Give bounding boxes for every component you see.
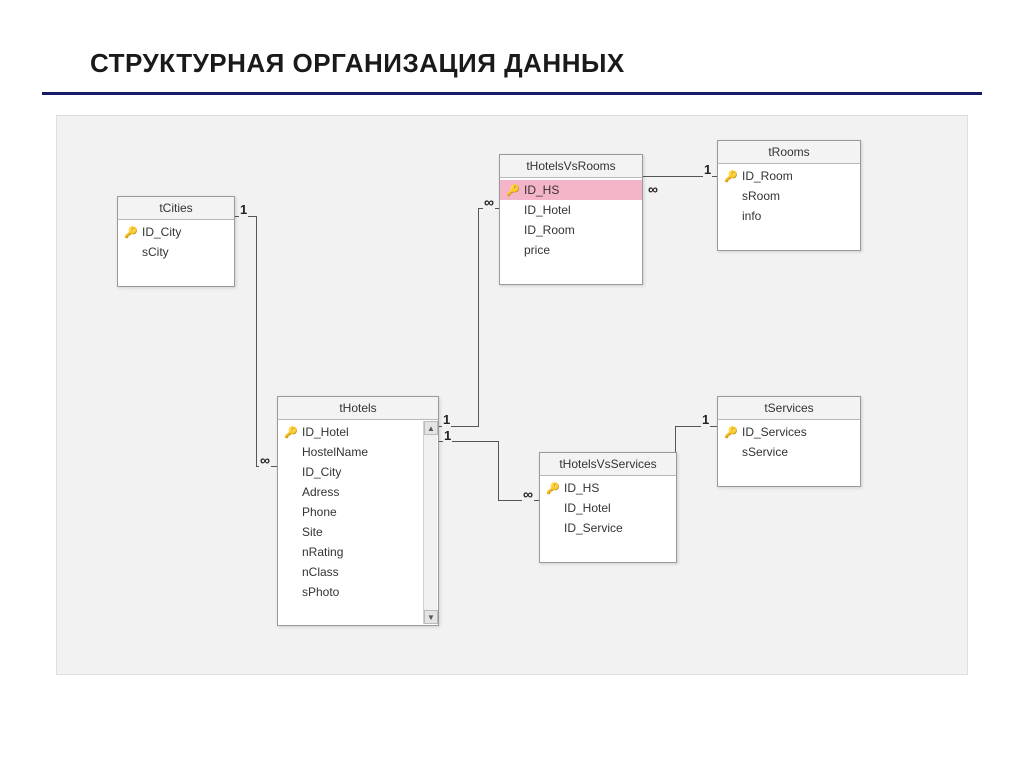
table-tServices[interactable]: tServices 🔑 ID_Services · sService bbox=[717, 396, 861, 487]
rel-hotels-hvs bbox=[498, 441, 499, 501]
field-row[interactable]: 🔑 ID_HS bbox=[500, 180, 642, 200]
rel-services-hvs bbox=[675, 426, 717, 427]
key-icon: 🔑 bbox=[506, 184, 520, 197]
field-row[interactable]: · sCity bbox=[118, 242, 234, 262]
card-one: 1 bbox=[703, 162, 712, 177]
key-icon: 🔑 bbox=[724, 426, 738, 439]
table-tHotelsVsServices[interactable]: tHotelsVsServices 🔑 ID_HS · ID_Hotel · I… bbox=[539, 452, 677, 563]
field-row[interactable]: 🔑 ID_Hotel bbox=[278, 422, 423, 442]
field-row[interactable]: · info bbox=[718, 206, 860, 226]
field-name: HostelName bbox=[298, 445, 368, 459]
field-name: ID_HS bbox=[520, 183, 559, 197]
scrollbar[interactable]: ▲ ▼ bbox=[423, 421, 437, 624]
field-row[interactable]: · sPhoto bbox=[278, 582, 423, 602]
rel-hotels-hvr bbox=[478, 208, 479, 427]
field-row[interactable]: · HostelName bbox=[278, 442, 423, 462]
field-name: info bbox=[738, 209, 761, 223]
field-row[interactable]: 🔑 ID_Services bbox=[718, 422, 860, 442]
field-name: ID_City bbox=[298, 465, 341, 479]
field-name: ID_City bbox=[138, 225, 181, 239]
field-name: ID_Hotel bbox=[520, 203, 571, 217]
table-header: tCities bbox=[118, 197, 234, 220]
table-header: tRooms bbox=[718, 141, 860, 164]
field-name: sCity bbox=[138, 245, 169, 259]
title-divider bbox=[42, 92, 982, 95]
field-name: ID_Hotel bbox=[298, 425, 349, 439]
field-name: sPhoto bbox=[298, 585, 339, 599]
field-name: ID_HS bbox=[560, 481, 599, 495]
key-icon: 🔑 bbox=[124, 226, 138, 239]
key-icon: 🔑 bbox=[724, 170, 738, 183]
table-tHotels[interactable]: tHotels 🔑 ID_Hotel · HostelName · ID_Cit… bbox=[277, 396, 439, 626]
card-many: ∞ bbox=[522, 486, 534, 502]
field-name: ID_Service bbox=[560, 521, 623, 535]
rel-cities-hotels bbox=[256, 216, 257, 466]
field-row[interactable]: 🔑 ID_Room bbox=[718, 166, 860, 186]
field-name: ID_Room bbox=[738, 169, 793, 183]
field-name: ID_Services bbox=[738, 425, 807, 439]
field-row[interactable]: · Adress bbox=[278, 482, 423, 502]
table-header: tHotelsVsServices bbox=[540, 453, 676, 476]
field-name: price bbox=[520, 243, 550, 257]
card-one: 1 bbox=[239, 202, 248, 217]
scroll-down-icon[interactable]: ▼ bbox=[424, 610, 438, 624]
field-row[interactable]: · price bbox=[500, 240, 642, 260]
table-header: tHotelsVsRooms bbox=[500, 155, 642, 178]
card-one: 1 bbox=[442, 412, 451, 427]
card-one: 1 bbox=[701, 412, 710, 427]
field-row[interactable]: 🔑 ID_HS bbox=[540, 478, 676, 498]
field-row[interactable]: · sService bbox=[718, 442, 860, 462]
table-header: tHotels bbox=[278, 397, 438, 420]
field-name: sService bbox=[738, 445, 788, 459]
table-tHotelsVsRooms[interactable]: tHotelsVsRooms 🔑 ID_HS · ID_Hotel · ID_R… bbox=[499, 154, 643, 285]
scroll-up-icon[interactable]: ▲ bbox=[424, 421, 438, 435]
field-row[interactable]: · ID_Service bbox=[540, 518, 676, 538]
field-row[interactable]: 🔑 ID_City bbox=[118, 222, 234, 242]
field-row[interactable]: · ID_Room bbox=[500, 220, 642, 240]
field-name: ID_Hotel bbox=[560, 501, 611, 515]
table-tCities[interactable]: tCities 🔑 ID_City · sCity bbox=[117, 196, 235, 287]
field-name: sRoom bbox=[738, 189, 780, 203]
card-one: 1 bbox=[443, 428, 452, 443]
field-name: nClass bbox=[298, 565, 339, 579]
card-many: ∞ bbox=[647, 181, 659, 197]
key-icon: 🔑 bbox=[284, 426, 298, 439]
diagram-canvas: 1 ∞ 1 ∞ 1 ∞ 1 ∞ 1 ∞ tCities 🔑 ID_City · … bbox=[56, 115, 968, 675]
table-header: tServices bbox=[718, 397, 860, 420]
field-row[interactable]: · ID_City bbox=[278, 462, 423, 482]
field-row[interactable]: · nRating bbox=[278, 542, 423, 562]
field-row[interactable]: · Site bbox=[278, 522, 423, 542]
page-title: СТРУКТУРНАЯ ОРГАНИЗАЦИЯ ДАННЫХ bbox=[90, 48, 625, 79]
field-name: ID_Room bbox=[520, 223, 575, 237]
field-name: nRating bbox=[298, 545, 343, 559]
field-row[interactable]: · ID_Hotel bbox=[500, 200, 642, 220]
field-row[interactable]: · Phone bbox=[278, 502, 423, 522]
field-name: Phone bbox=[298, 505, 337, 519]
field-name: Adress bbox=[298, 485, 339, 499]
field-row[interactable]: · ID_Hotel bbox=[540, 498, 676, 518]
key-icon: 🔑 bbox=[546, 482, 560, 495]
card-many: ∞ bbox=[483, 194, 495, 210]
field-row[interactable]: · sRoom bbox=[718, 186, 860, 206]
field-row[interactable]: · nClass bbox=[278, 562, 423, 582]
card-many: ∞ bbox=[259, 452, 271, 468]
field-name: Site bbox=[298, 525, 323, 539]
table-tRooms[interactable]: tRooms 🔑 ID_Room · sRoom · info bbox=[717, 140, 861, 251]
